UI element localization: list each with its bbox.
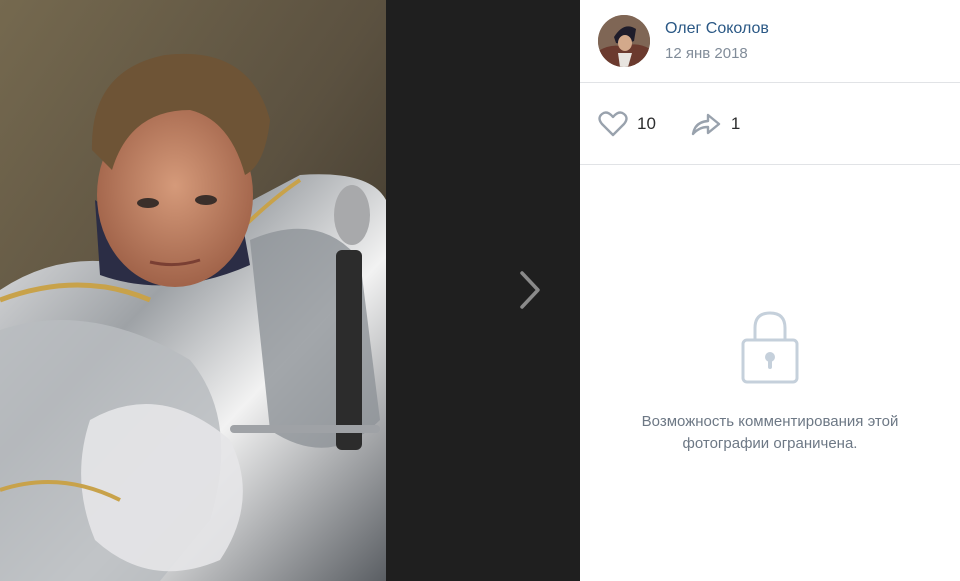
- next-photo-button[interactable]: [500, 250, 560, 330]
- share-button[interactable]: 1: [690, 111, 740, 137]
- avatar-image: [598, 15, 650, 67]
- share-count: 1: [730, 113, 741, 133]
- like-button[interactable]: 10: [598, 110, 656, 137]
- author-block: Олег Соколов 12 янв 2018: [665, 19, 769, 64]
- lock-icon-wrap: [741, 310, 799, 389]
- lock-icon: [741, 311, 799, 384]
- photo-illustration: [0, 0, 386, 581]
- photo-stage: [0, 0, 580, 581]
- post-header: Олег Соколов 12 янв 2018: [580, 0, 960, 83]
- post-actions: 10 1: [580, 83, 960, 165]
- post-date[interactable]: 12 янв 2018: [665, 44, 769, 64]
- chevron-right-icon: [520, 271, 540, 309]
- post-side-panel: Олег Соколов 12 янв 2018 10 1 Возможност…: [580, 0, 960, 581]
- like-count: 10: [637, 113, 656, 133]
- photo-viewer: Олег Соколов 12 янв 2018 10 1 Возможност…: [0, 0, 960, 581]
- author-name[interactable]: Олег Соколов: [665, 19, 769, 39]
- heart-icon: [598, 110, 628, 136]
- comments-restricted-line1: Возможность комментирования этой: [641, 413, 899, 430]
- photo[interactable]: [0, 0, 386, 581]
- comments-restricted-line2: фотографии ограничена.: [682, 435, 858, 452]
- comments-restricted-panel: Возможность комментирования этой фотогра…: [580, 165, 960, 581]
- comments-restricted-message: Возможность комментирования этой фотогра…: [610, 411, 930, 455]
- avatar[interactable]: [598, 15, 650, 67]
- share-arrow-icon: [691, 113, 721, 135]
